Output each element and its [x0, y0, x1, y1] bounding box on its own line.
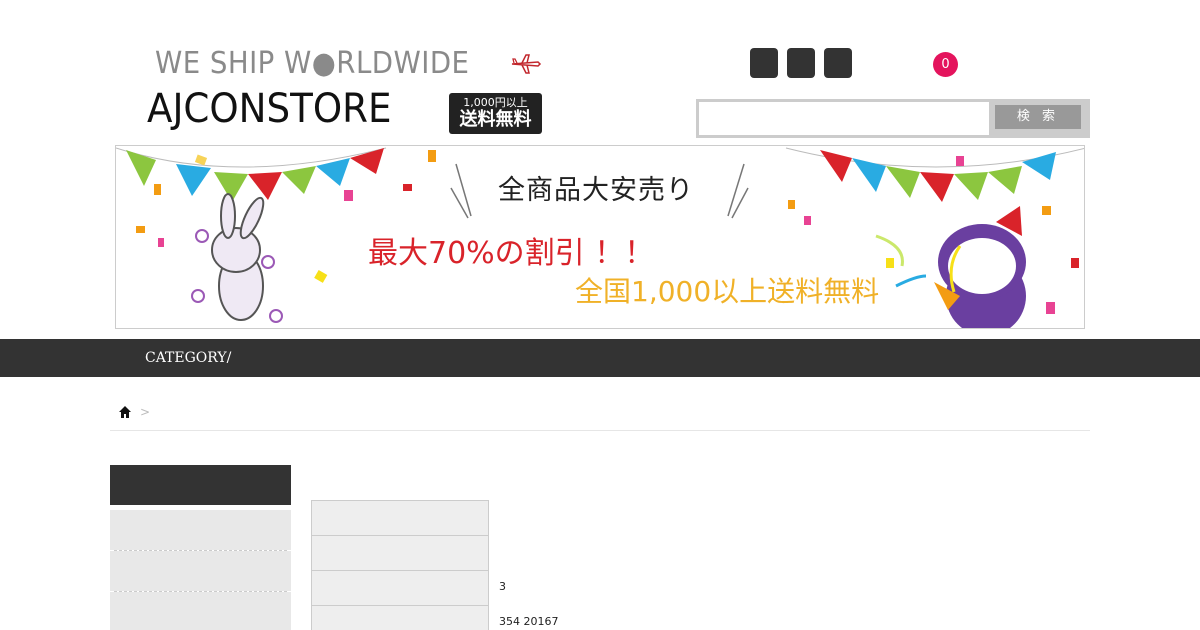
category-navbar: CATEGORY/ [0, 339, 1200, 377]
breadcrumb-separator: > [140, 405, 151, 419]
sidebar-item[interactable] [110, 592, 291, 630]
search-bar: 検 索 [696, 99, 1090, 138]
sidebar-item[interactable] [110, 551, 291, 591]
cart-count-badge[interactable]: 0 [933, 52, 958, 77]
search-button[interactable]: 検 索 [995, 105, 1081, 129]
social-icon-3[interactable] [824, 48, 852, 78]
banner-sale-text: 最大70%の割引 ！！ [368, 236, 655, 271]
social-icon-2[interactable] [787, 48, 815, 78]
breadcrumb-divider [110, 430, 1090, 431]
airplane-icon [511, 54, 542, 74]
tagline: WE SHIP W●RLDWIDE [155, 46, 470, 81]
sidebar-header [110, 465, 291, 505]
spec-label-cell [311, 570, 489, 606]
spec-value: 354 20167 [499, 615, 559, 628]
home-icon[interactable] [118, 405, 132, 419]
search-input[interactable] [699, 102, 989, 135]
spec-label-cell [311, 605, 489, 630]
sale-banner[interactable]: 全商品大安売り 最大70%の割引 ！！ 全国1,000以上送料無料 [115, 145, 1085, 329]
page: WE SHIP W●RLDWIDE AJCONSTORE 1,000円以上 送料… [0, 0, 1200, 630]
brand-logo[interactable]: AJCONSTORE [147, 86, 391, 132]
category-menu-link[interactable]: CATEGORY/ [145, 350, 231, 366]
social-icon-1[interactable] [750, 48, 778, 78]
sidebar-item[interactable] [110, 510, 291, 550]
spec-label-cell [311, 500, 489, 536]
spec-label-cell [311, 535, 489, 571]
badge-line-2: 送料無料 [459, 109, 532, 130]
badge-line-1: 1,000円以上 [463, 96, 528, 109]
banner-shipping-text: 全国1,000以上送料無料 [575, 275, 880, 308]
free-shipping-badge: 1,000円以上 送料無料 [449, 93, 542, 134]
banner-title: 全商品大安売り [498, 175, 694, 206]
spec-value: 3 [499, 580, 506, 593]
